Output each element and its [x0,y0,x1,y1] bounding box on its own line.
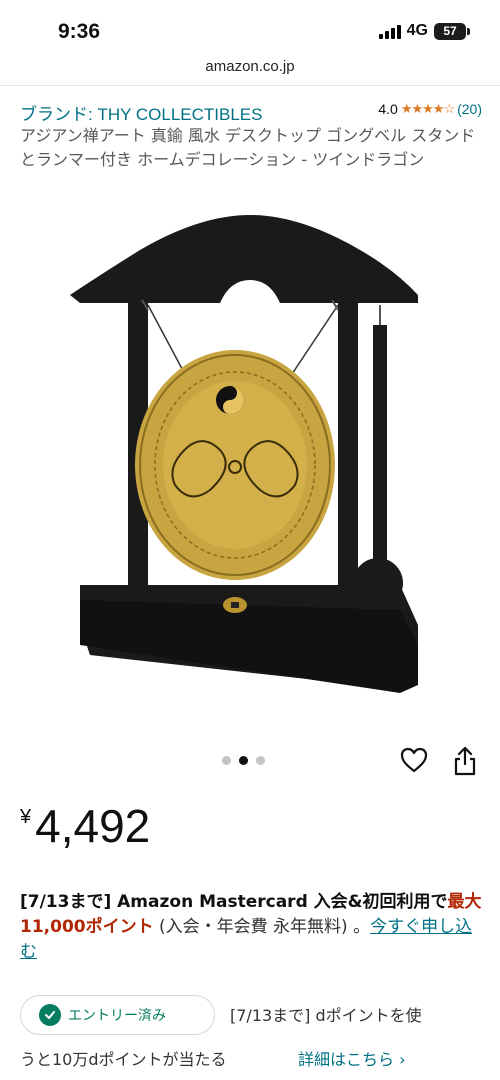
mastercard-promo: [7/13まで] Amazon Mastercard 入会&初回利用で最大11,… [20,890,482,965]
brand-row: ブランド: THY COLLECTIBLES 4.0 ★★★★☆ (20) [20,100,482,124]
price: ¥ 4,492 [20,800,150,852]
details-link[interactable]: 詳細はこちら › [298,1046,406,1070]
promo-suffix: (入会・年会費 永年無料) 。 [153,917,371,937]
entry-status-badge[interactable]: エントリー済み [20,995,215,1035]
carousel-dot-active[interactable] [239,756,248,765]
carousel-dot[interactable] [222,756,231,765]
stand-top-arch [70,215,418,303]
mallet-handle [373,325,387,560]
carousel-dot[interactable] [256,756,265,765]
status-indicators: 4G 57 [378,22,470,40]
url-bar[interactable]: amazon.co.jp [0,58,500,86]
entry-badge-label: エントリー済み [68,1008,166,1024]
heart-icon[interactable] [399,745,429,775]
brand-link[interactable]: ブランド: THY COLLECTIBLES [20,100,262,125]
status-bar: 9:36 4G 57 [0,0,500,58]
network-type: 4G [406,22,428,39]
battery-icon: 57 [434,22,470,40]
gong-disc [135,350,335,580]
battery-level: 57 [443,24,457,38]
star-rating-icon: ★★★★☆ [400,101,455,116]
product-title: アジアン禅アート 真鍮 風水 デスクトップ ゴングベル スタンドとランマー付き … [20,126,476,169]
price-value: 4,492 [35,800,151,852]
check-icon [39,1004,61,1026]
product-image[interactable] [60,205,440,705]
rating-count[interactable]: (20) [457,101,482,117]
rating[interactable]: 4.0 ★★★★☆ (20) [378,101,482,117]
stand-right-post [338,300,358,610]
rating-value: 4.0 [378,101,398,117]
dpoint-promo-line2: うと10万dポイントが当たる [20,1050,227,1069]
share-icon[interactable] [450,745,480,777]
signal-icon [378,23,401,39]
status-time: 9:36 [58,20,101,43]
promo-prefix: [7/13まで] Amazon Mastercard 入会&初回利用で [20,892,448,912]
image-carousel-dots[interactable] [222,756,265,765]
price-currency: ¥ [20,806,32,828]
dpoint-promo-line1: [7/13まで] dポイントを使 [230,1006,422,1025]
